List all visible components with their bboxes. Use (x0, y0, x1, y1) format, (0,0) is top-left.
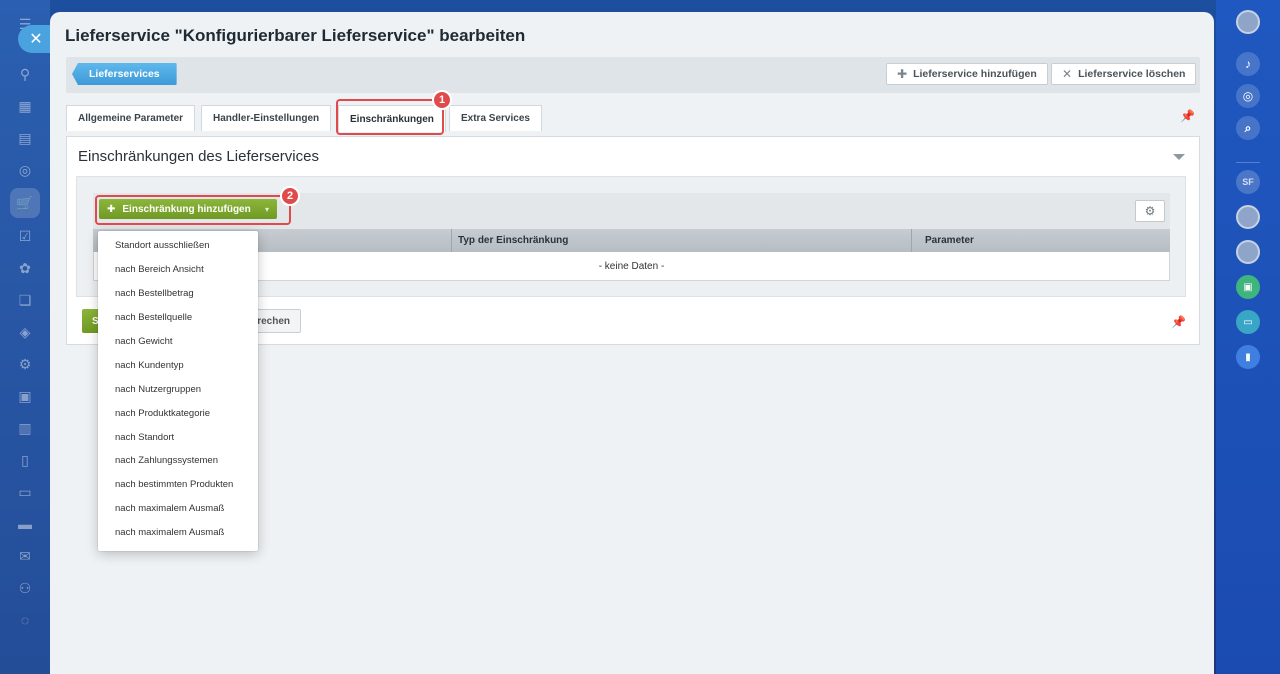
more-icon[interactable]: ◌ (15, 610, 35, 630)
focus-icon[interactable]: ◎ (1236, 84, 1260, 108)
close-slider-button[interactable]: ✕ (18, 25, 54, 53)
menu-item-bereich-ansicht[interactable]: nach Bereich Ansicht (98, 258, 258, 282)
grid-settings-button[interactable]: ⚙ (1135, 200, 1165, 222)
page-title: Lieferservice "Konfigurierbarer Lieferse… (65, 26, 526, 45)
right-rail: ♪ ◎ ⌕ SF ▣ ▭ ▮ (1216, 0, 1280, 674)
cart-icon[interactable]: 🛒 (10, 188, 40, 218)
left-nav-rail: ☰ ⚲ ▦ ▤ ◎ 🛒 ☑ ✿ ❏ ◈ ⚙ ▣ ▥ ▯ ▭ ▬ ✉ ⚇ ◌ (0, 0, 50, 674)
column-divider (451, 229, 452, 252)
tab-handler-einstellungen[interactable]: Handler-Einstellungen (201, 105, 332, 131)
menu-item-gewicht[interactable]: nach Gewicht (98, 330, 258, 354)
gear-icon: ⚙ (1144, 204, 1156, 218)
tab-extra-services[interactable]: Extra Services (449, 105, 542, 131)
rail-divider (1236, 162, 1260, 163)
column-header[interactable]: Parameter (925, 235, 974, 246)
target-icon[interactable]: ◎ (15, 160, 35, 180)
column-header[interactable]: Typ der Einschränkung (458, 235, 568, 246)
tab-allgemeine-parameter[interactable]: Allgemeine Parameter (66, 105, 196, 131)
contact-initials-avatar[interactable]: SF (1236, 170, 1260, 194)
menu-item-bestimmten-produkten[interactable]: nach bestimmten Produkten (98, 473, 258, 497)
file-icon[interactable]: ▯ (15, 450, 35, 470)
user-avatar[interactable] (1236, 10, 1260, 34)
menu-item-maximalem-ausmass[interactable]: nach maximalem Ausmaß (98, 521, 258, 545)
drive-icon[interactable]: ▬ (15, 514, 35, 534)
contact-avatar[interactable] (1236, 205, 1260, 229)
delete-delivery-service-label: Lieferservice löschen (1078, 68, 1186, 80)
menu-item-standort-ausschliessen[interactable]: Standort ausschließen (98, 234, 258, 258)
menu-item-zahlungssystemen[interactable]: nach Zahlungssystemen (98, 449, 258, 473)
breadcrumb-lieferservices[interactable]: Lieferservices (72, 63, 177, 85)
close-icon: ✕ (29, 31, 43, 48)
tasks-icon[interactable]: ☑ (15, 226, 35, 246)
filter-icon[interactable]: ⚲ (15, 64, 35, 84)
add-delivery-service-button[interactable]: ✚ Lieferservice hinzufügen (886, 63, 1048, 85)
settings-icon[interactable]: ⚙ (15, 354, 35, 374)
delete-delivery-service-button[interactable]: ✕ Lieferservice löschen (1051, 63, 1197, 85)
section-title: Einschränkungen des Lieferservices (78, 148, 319, 165)
menu-item-standort[interactable]: nach Standort (98, 425, 258, 449)
toolbar: Lieferservices ✚ Lieferservice hinzufüge… (66, 57, 1200, 93)
chat-icon[interactable]: ❏ (15, 290, 35, 310)
callout-badge: 2 (280, 186, 300, 206)
callout-badge: 1 (432, 90, 452, 110)
contact-avatar[interactable] (1236, 240, 1260, 264)
menu-item-produktkategorie[interactable]: nach Produktkategorie (98, 401, 258, 425)
group-icon[interactable]: ⚇ (15, 578, 35, 598)
schedule-icon[interactable]: ▥ (15, 418, 35, 438)
close-icon: ✕ (1062, 67, 1073, 81)
menu-item-kundentyp[interactable]: nach Kundentyp (98, 353, 258, 377)
pin-icon[interactable]: 📌 (1180, 109, 1195, 123)
storage-icon[interactable]: ▤ (15, 128, 35, 148)
documents-icon[interactable]: ▣ (15, 386, 35, 406)
automation-icon[interactable]: ✿ (15, 258, 35, 278)
menu-item-bestellbetrag[interactable]: nach Bestellbetrag (98, 282, 258, 306)
calendar-icon[interactable]: ▦ (15, 96, 35, 116)
mail-icon[interactable]: ✉ (15, 546, 35, 566)
pin-icon[interactable]: 📌 (1171, 315, 1186, 329)
menu-item-maximalem-ausmass[interactable]: nach maximalem Ausmaß (98, 497, 258, 521)
collapse-icon[interactable] (1173, 154, 1185, 160)
messages-icon[interactable]: ▭ (1236, 310, 1260, 334)
callout-highlight (336, 99, 444, 135)
plus-icon: ✚ (897, 67, 908, 81)
menu-item-bestellquelle[interactable]: nach Bestellquelle (98, 306, 258, 330)
sites-icon[interactable]: ◈ (15, 322, 35, 342)
restriction-type-menu: Standort ausschließen nach Bereich Ansic… (98, 231, 258, 551)
search-icon[interactable]: ⌕ (1236, 116, 1260, 140)
bookmark-icon[interactable]: ▮ (1236, 345, 1260, 369)
bell-icon[interactable]: ♪ (1236, 52, 1260, 76)
chat-group-icon[interactable]: ▣ (1236, 275, 1260, 299)
column-divider (911, 229, 912, 252)
add-delivery-service-label: Lieferservice hinzufügen (913, 68, 1037, 80)
callout-highlight (95, 195, 291, 225)
menu-item-nutzergruppen[interactable]: nach Nutzergruppen (98, 377, 258, 401)
reports-icon[interactable]: ▭ (15, 482, 35, 502)
